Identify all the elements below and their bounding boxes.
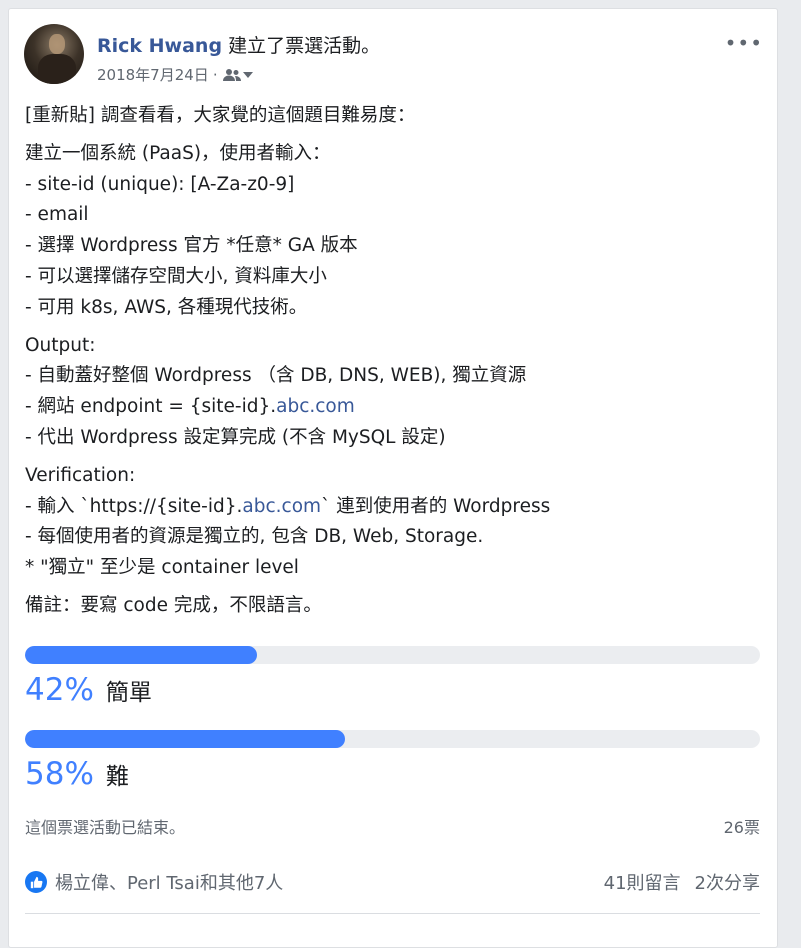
post-options-button[interactable]: ••• bbox=[725, 31, 763, 55]
poll-option-hard[interactable]: 58% 難 bbox=[25, 730, 760, 792]
post-intro: [重新貼] 調查看看，大家覺的這個題目難易度： bbox=[25, 105, 416, 126]
poll-option-label-row: 42% 簡單 bbox=[25, 672, 760, 708]
poll-option-easy[interactable]: 42% 簡單 bbox=[25, 646, 760, 708]
post-text: [重新貼] 調查看看，大家覺的這個題目難易度： 建立一個系統 (PaaS)，使用… bbox=[25, 101, 765, 629]
poll-bar-track bbox=[25, 730, 760, 748]
verification-title: Verification: bbox=[25, 464, 136, 486]
spec-line: - 可以選擇儲存空間大小, 資料庫大小 bbox=[25, 265, 327, 287]
poll-percent: 58% bbox=[25, 756, 94, 792]
author-avatar[interactable] bbox=[24, 24, 84, 84]
output-line-text: - 網站 endpoint = {site-id}. bbox=[25, 396, 277, 418]
poll-option-label: 難 bbox=[105, 764, 129, 790]
output-title: Output: bbox=[25, 334, 96, 356]
poll-option-label-row: 58% 難 bbox=[25, 756, 760, 792]
chevron-down-icon bbox=[242, 71, 253, 78]
abc-link[interactable]: abc.com bbox=[242, 496, 321, 517]
spec-line: 建立一個系統 (PaaS)，使用者輸入： bbox=[25, 142, 331, 164]
spec-line: - 可用 k8s, AWS, 各種現代技術。 bbox=[25, 296, 308, 318]
spec-line: - 選擇 Wordpress 官方 *任意* GA 版本 bbox=[25, 235, 358, 257]
output-line: - 網站 endpoint = {site-id}.abc.com bbox=[25, 392, 765, 423]
poll-option-label: 簡單 bbox=[105, 680, 152, 706]
post-meta: 2018年7月24日 · bbox=[97, 64, 254, 85]
verification-line: * "獨立" 至少是 container level bbox=[25, 557, 299, 579]
friends-icon bbox=[222, 68, 241, 81]
poll-percent: 42% bbox=[25, 672, 94, 708]
post-header: Rick Hwang 建立了票選活動。 bbox=[97, 31, 380, 58]
audience-selector[interactable] bbox=[222, 68, 254, 82]
post-date[interactable]: 2018年7月24日 bbox=[97, 64, 209, 85]
divider bbox=[25, 913, 760, 914]
verification-line: - 輸入 `https://{site-id}.abc.com` 連到使用者的 … bbox=[25, 492, 765, 523]
shares-count[interactable]: 2次分享 bbox=[695, 869, 760, 895]
poll-bar-track bbox=[25, 646, 760, 664]
verification-line-text: - 輸入 `https://{site-id}. bbox=[25, 495, 243, 517]
comments-count[interactable]: 41則留言 bbox=[604, 869, 681, 895]
vote-count[interactable]: 26票 bbox=[724, 814, 760, 838]
reactions-bar: 楊立偉、Perl Tsai和其他7人 41則留言 2次分享 bbox=[25, 869, 760, 895]
post-note: 備註：要寫 code 完成，不限語言。 bbox=[25, 594, 322, 616]
meta-separator: · bbox=[212, 65, 218, 84]
post-card: Rick Hwang 建立了票選活動。 2018年7月24日 · ••• [重新… bbox=[8, 8, 778, 948]
output-line: - 自動蓋好整個 Wordpress （含 DB, DNS, WEB), 獨立資… bbox=[25, 365, 527, 387]
author-name-link[interactable]: Rick Hwang bbox=[97, 35, 222, 57]
poll-bar-fill bbox=[25, 730, 345, 748]
thumbs-up-icon bbox=[25, 871, 47, 893]
likers-text: 楊立偉、Perl Tsai和其他7人 bbox=[55, 873, 284, 894]
poll-status: 這個票選活動已結束。 bbox=[25, 818, 186, 837]
post-action-text: 建立了票選活動。 bbox=[228, 35, 381, 57]
verification-line-text: ` 連到使用者的 Wordpress bbox=[321, 495, 551, 517]
likes-summary[interactable]: 楊立偉、Perl Tsai和其他7人 bbox=[25, 869, 283, 895]
poll-status-row: 這個票選活動已結束。 26票 bbox=[25, 814, 760, 838]
output-block: Output: - 自動蓋好整個 Wordpress （含 DB, DNS, W… bbox=[25, 331, 765, 454]
verification-block: Verification: - 輸入 `https://{site-id}.ab… bbox=[25, 461, 765, 584]
spec-line: - site-id (unique): [A-Za-z0-9] bbox=[25, 173, 295, 195]
output-line: - 代出 Wordpress 設定算完成 (不含 MySQL 設定) bbox=[25, 426, 446, 448]
engagement-counts: 41則留言 2次分享 bbox=[604, 869, 760, 895]
abc-link[interactable]: abc.com bbox=[276, 396, 355, 417]
spec-line: - email bbox=[25, 204, 89, 226]
poll-bar-fill bbox=[25, 646, 257, 664]
verification-line: - 每個使用者的資源是獨立的, 包含 DB, Web, Storage. bbox=[25, 526, 484, 548]
spec-block: 建立一個系統 (PaaS)，使用者輸入： - site-id (unique):… bbox=[25, 139, 765, 324]
